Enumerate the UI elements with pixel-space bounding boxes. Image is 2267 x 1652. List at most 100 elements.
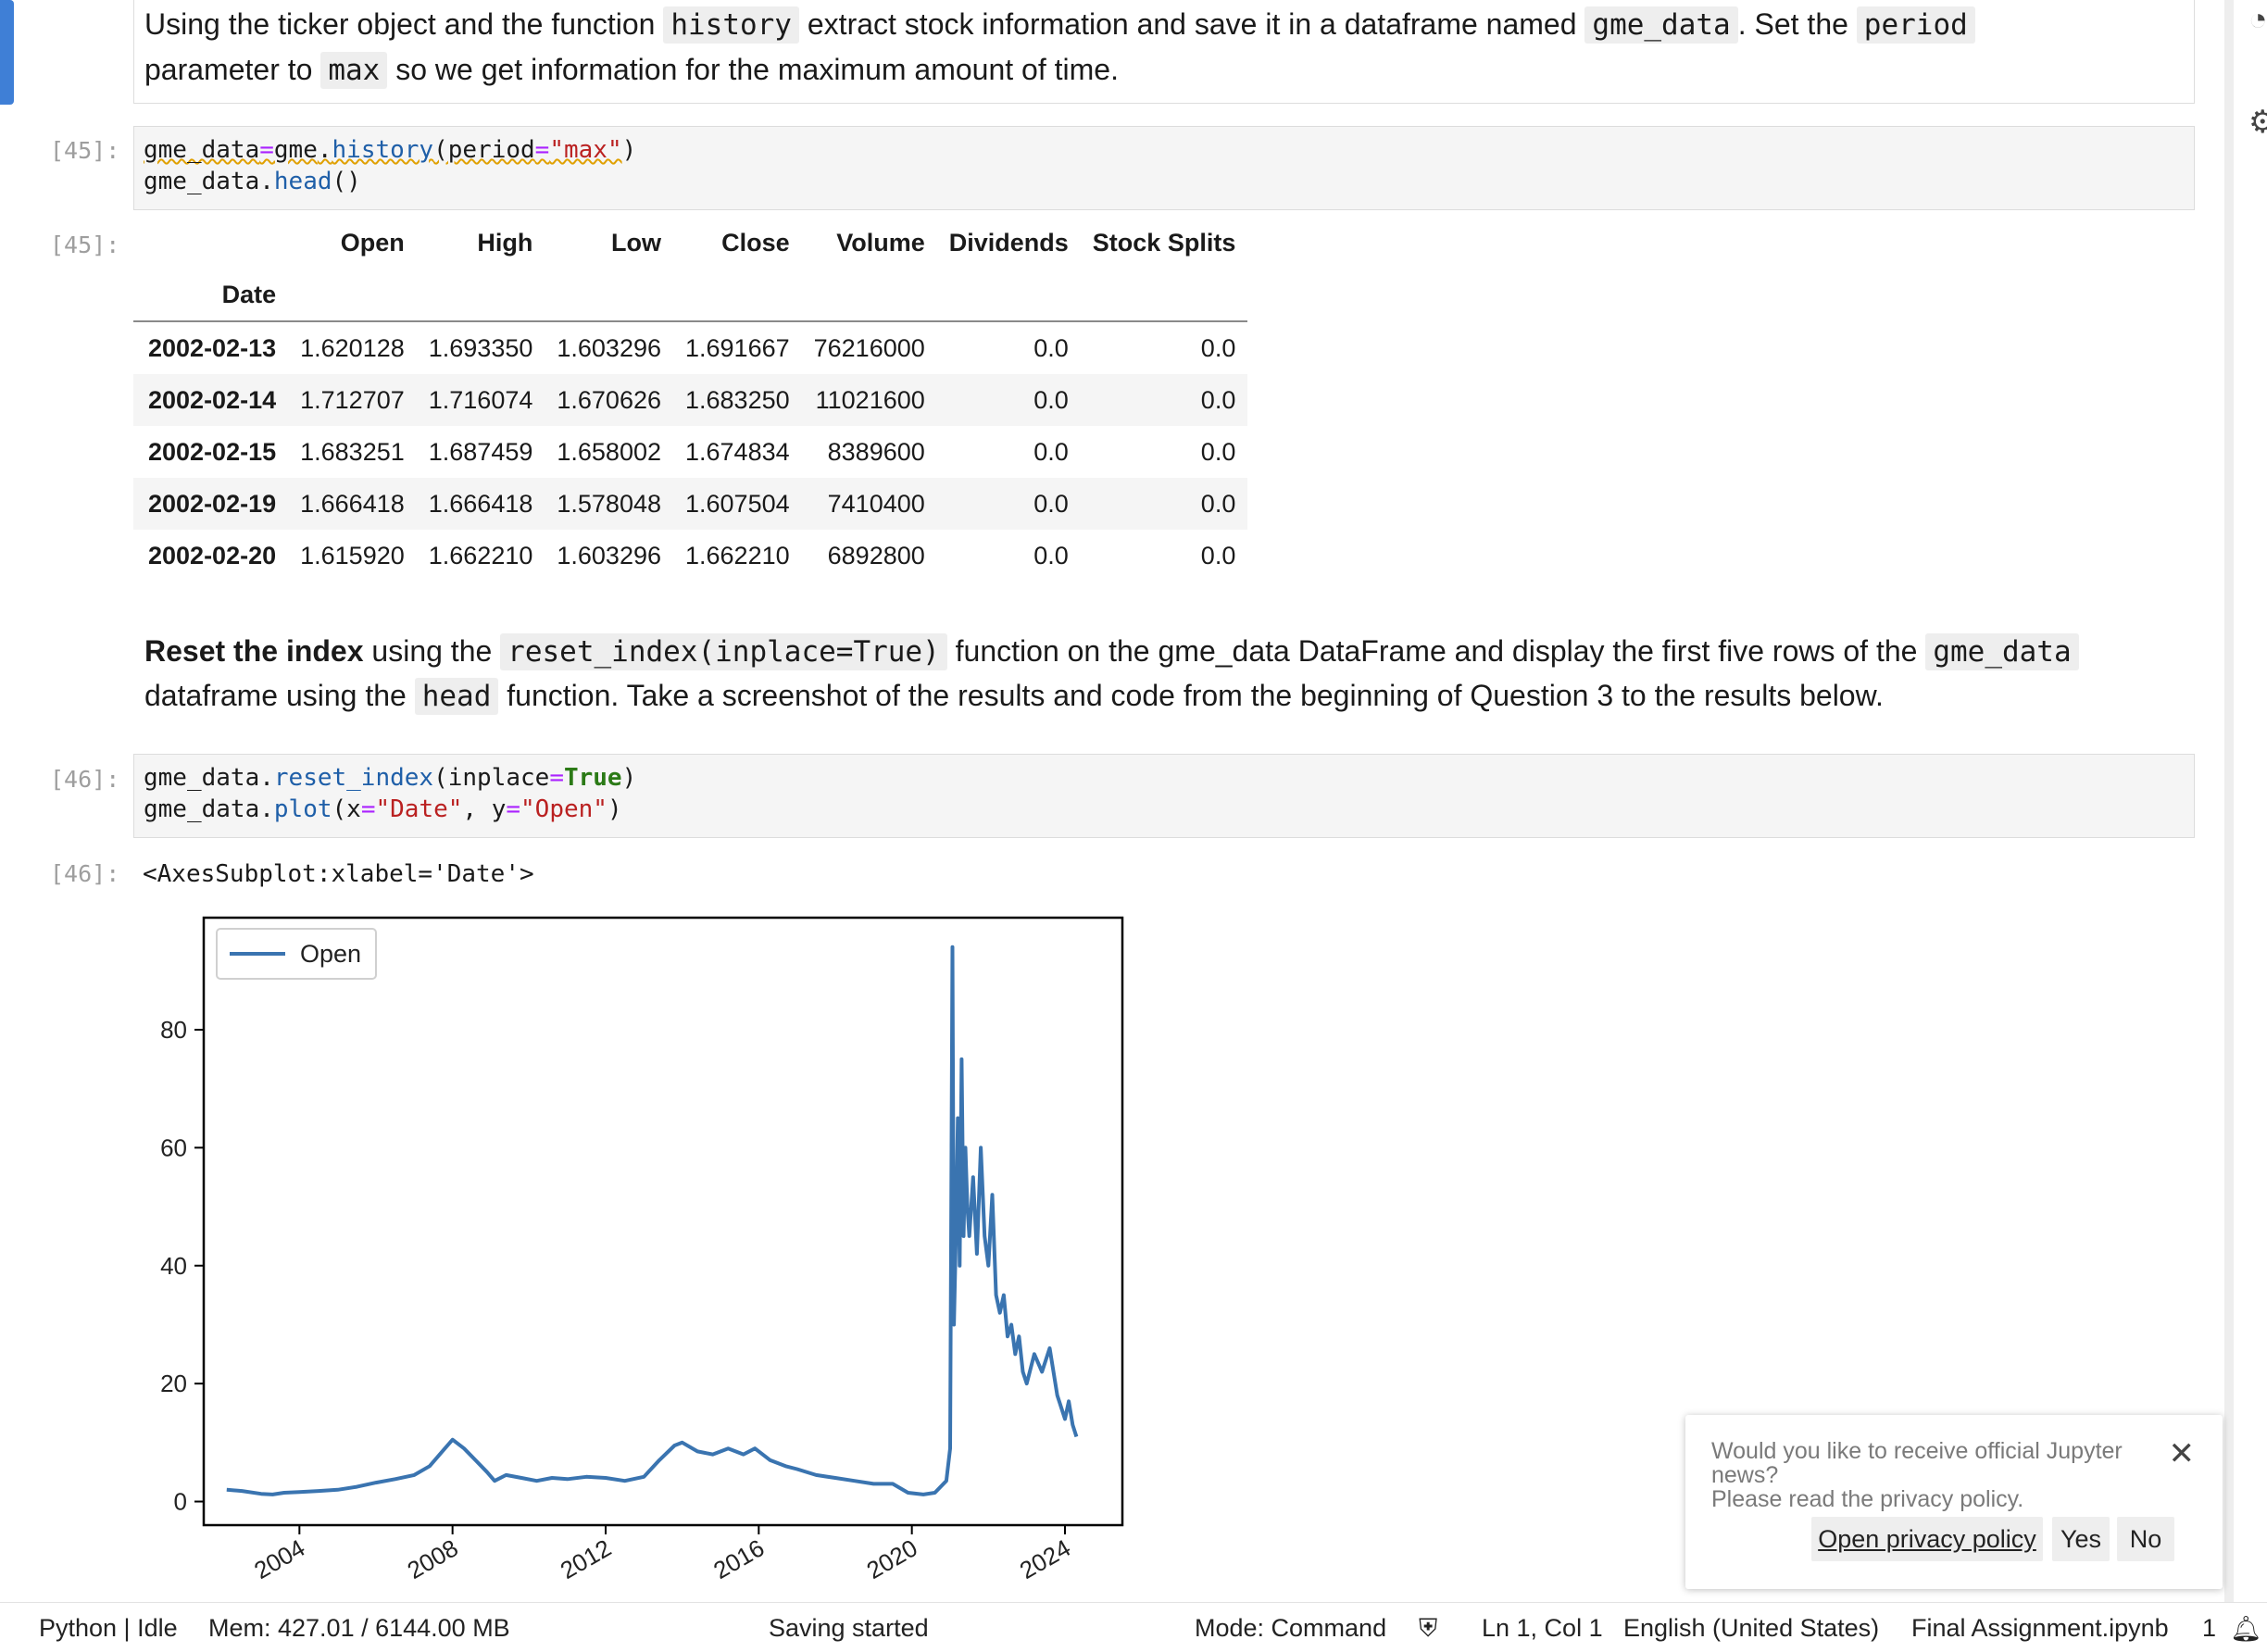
table-row: 2002-02-20 1.615920 1.662210 1.603296 1.6622… [133,530,1247,582]
code-cell-45[interactable]: gme_data=gme.history(period="max") gme_d… [133,126,2195,210]
code-line-1: gme_data.reset_index(inplace=True) [144,764,636,792]
kernel-status[interactable]: Python | Idle [39,1614,178,1643]
code-token: . [317,136,332,164]
code-cell-46[interactable]: gme_data.reset_index(inplace=True) gme_d… [133,754,2195,838]
input-prompt: [45]: [50,137,120,164]
mode-indicator[interactable]: Mode: Command [1195,1614,1386,1643]
table-cell: 0.0 [1200,385,1236,414]
x-tick-label: 2016 [708,1533,769,1584]
code-token: head [273,168,332,195]
bell-icon[interactable]: 🔔︎ [2230,1614,2261,1644]
row-index: 2002-02-14 [148,385,277,414]
table-cell: 1.666418 [300,489,405,518]
table-cell: 0.0 [1033,489,1069,518]
code-token: ) [607,795,622,823]
table-row: 2002-02-15 1.683251 1.687459 1.658002 1.6748… [133,426,1247,478]
x-tick-label: 2004 [249,1533,309,1584]
inline-code: head [414,678,499,715]
md-text: function. Take a screenshot of the resul… [498,679,1884,712]
table-header-row: Open High Low Close Volume Dividends Sto… [133,217,1247,269]
md-text: parameter to [144,53,321,86]
markdown-line-3: Reset the index using the reset_index(in… [144,629,2079,675]
close-icon[interactable]: ✕ [2169,1435,2196,1472]
toast-message: Would you like to receive official Jupyt… [1711,1439,2147,1511]
column-header: High [477,228,533,257]
x-tick-label: 2008 [403,1533,463,1584]
language-indicator[interactable]: English (United States) [1623,1614,1879,1643]
code-token: "Date" [375,795,463,823]
table-row: 2002-02-19 1.666418 1.666418 1.578048 1.6075… [133,478,1248,530]
table-cell: 1.674834 [685,437,790,466]
code-token: history [332,136,434,164]
markdown-line-1: Using the ticker object and the function… [144,2,1975,48]
table-cell: 1.607504 [685,489,790,518]
y-tick-label: 40 [160,1252,187,1280]
code-token: True [563,764,622,792]
scrollbar[interactable] [2224,0,2234,1602]
md-text: function on the gme_data DataFrame and d… [946,634,1926,668]
row-index: 2002-02-19 [148,489,277,518]
table-row: 2002-02-14 1.712707 1.716074 1.670626 1.6832… [133,374,1248,426]
code-token: = [549,764,564,792]
table-cell: 1.615920 [300,541,405,569]
table-cell: 0.0 [1033,385,1069,414]
inline-code: period [1856,6,1975,44]
code-token: ) [621,764,637,792]
no-button[interactable]: No [2117,1517,2174,1561]
table-cell: 6892800 [827,541,925,569]
md-text: extract stock information and save it in… [798,7,1585,41]
code-token: gme_data. [144,795,274,823]
saving-status: Saving started [769,1614,929,1642]
md-text: . Set the [1737,7,1857,41]
table-cell: 11021600 [815,385,925,414]
inline-code: history [663,6,799,44]
code-token: reset_index [273,764,434,792]
md-bold: Reset the index [144,634,364,668]
cursor-position[interactable]: Ln 1, Col 1 [1482,1614,1603,1643]
code-token: gme_data [144,136,260,164]
column-header: Open [340,228,405,257]
palette-icon[interactable]: ◔ [2248,2,2267,38]
column-header: Volume [836,228,925,257]
index-name: Date [133,269,289,322]
md-text: dataframe using the [144,679,415,712]
inline-code: reset_index(inplace=True) [500,633,947,670]
news-toast: Would you like to receive official Jupyt… [1685,1415,2223,1589]
yes-button[interactable]: Yes [2052,1517,2110,1561]
y-tick-label: 20 [160,1370,187,1397]
md-text: Using the ticker object and the function [144,7,664,41]
notification-count[interactable]: 1 [2202,1614,2216,1643]
table-cell: 0.0 [1033,437,1069,466]
table-cell: 0.0 [1200,437,1236,466]
status-bar: Python | Idle Mem: 427.01 / 6144.00 MB S… [0,1602,2267,1652]
output-prompt: [45]: [50,232,120,258]
row-index: 2002-02-20 [148,541,277,569]
code-token: = [360,795,376,823]
table-cell: 1.620128 [300,333,405,362]
row-index: 2002-02-13 [148,333,277,362]
table-cell: 1.666418 [428,489,533,518]
table-cell: 0.0 [1200,541,1236,569]
table-cell: 1.691667 [685,333,790,362]
table-cell: 1.670626 [557,385,661,414]
table-cell: 1.683250 [685,385,790,414]
code-token: gme_data. [144,764,274,792]
table-cell: 8389600 [827,437,925,466]
table-cell: 0.0 [1200,489,1236,518]
gear-icon[interactable]: ⚙ [2248,104,2267,141]
code-token: "max" [549,136,622,164]
input-prompt: [46]: [50,766,120,793]
code-token: "Open" [520,795,607,823]
dataframe-table: Open High Low Close Volume Dividends Sto… [133,217,1248,582]
open-privacy-policy-button[interactable]: Open privacy policy [1811,1517,2043,1561]
table-cell: 1.578048 [557,489,661,518]
table-cell: 76216000 [813,333,925,362]
toast-text: Please read the privacy policy. [1711,1486,2024,1512]
table-corner [133,217,288,269]
y-tick-label: 60 [160,1133,187,1161]
code-token: () [332,168,361,195]
shield-icon[interactable]: ⛨ [1419,1614,1437,1644]
markdown-line-2: parameter to max so we get information f… [144,47,1119,94]
table-cell: 1.716074 [428,385,533,414]
table-cell: 0.0 [1033,333,1069,362]
